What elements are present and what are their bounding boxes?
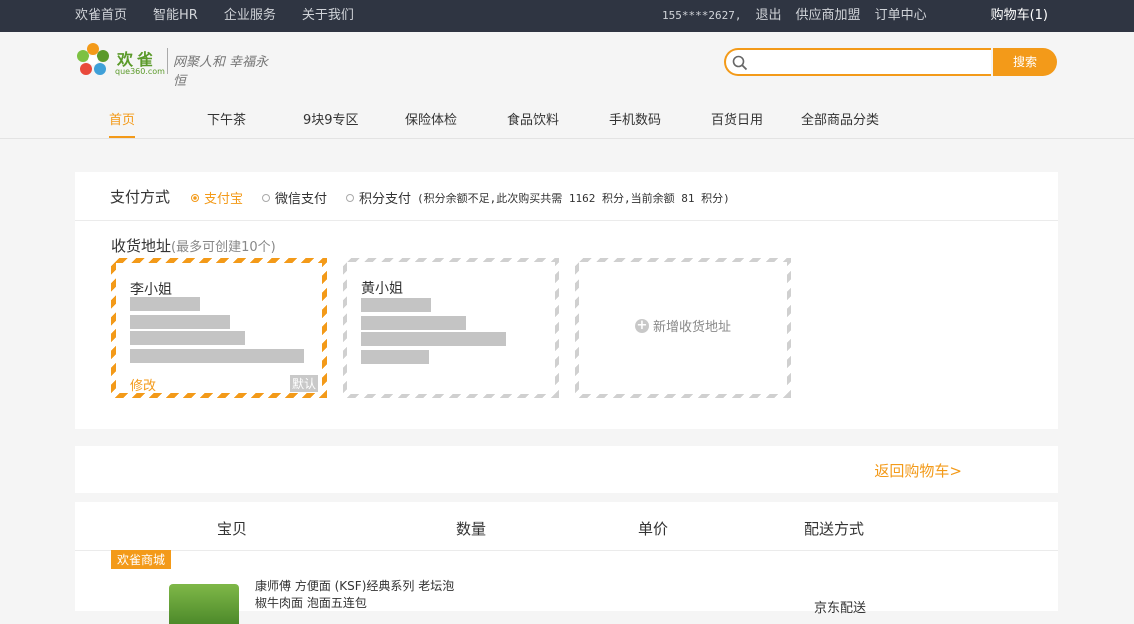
- payment-option-wechat[interactable]: 微信支付: [262, 188, 327, 207]
- search-input[interactable]: [752, 52, 986, 74]
- nav-item-insurance[interactable]: 保险体检: [405, 112, 457, 136]
- address-name: 黄小姐: [361, 281, 403, 297]
- redacted-text: [130, 297, 200, 311]
- address-name: 李小姐: [130, 282, 172, 298]
- redacted-text: [361, 350, 429, 364]
- payment-section: 支付方式 支付宝 微信支付 积分支付 (积分余额不足,此次购买共需 1162 积…: [75, 172, 1058, 221]
- top-link-enterprise[interactable]: 企业服务: [224, 0, 276, 32]
- payment-option-alipay[interactable]: 支付宝: [191, 188, 243, 207]
- nav-item-home[interactable]: 首页: [109, 112, 136, 138]
- add-address-label: 新增收货地址: [652, 320, 731, 335]
- product-thumbnail[interactable]: [169, 584, 239, 624]
- nav-item-afternoon-tea[interactable]: 下午茶: [207, 112, 246, 136]
- search-icon: [732, 55, 748, 71]
- main-nav: 首页 下午茶 9块9专区 保险体检 食品饮料 手机数码 百货日用 全部商品分类: [0, 112, 1134, 138]
- user-phone: 155****2627,: [662, 9, 742, 22]
- search-bar: 搜索: [724, 48, 1057, 76]
- payment-option-label: 微信支付: [275, 192, 328, 207]
- top-link-home[interactable]: 欢雀首页: [75, 0, 127, 32]
- logout-link[interactable]: 退出: [756, 0, 782, 32]
- nav-item-food[interactable]: 食品饮料: [507, 112, 559, 136]
- back-to-cart-bar: 返回购物车>: [75, 446, 1058, 493]
- nav-item-9-9[interactable]: 9块9专区: [303, 112, 359, 136]
- address-edit-link[interactable]: 修改: [130, 375, 156, 394]
- top-link-hr[interactable]: 智能HR: [153, 0, 198, 32]
- nav-item-all-categories[interactable]: 全部商品分类: [801, 112, 879, 136]
- site-logo[interactable]: 欢雀 que360.com 网聚人和 幸福永恒: [75, 42, 275, 89]
- redacted-text: [130, 349, 304, 363]
- shop-badge: 欢雀商城: [111, 550, 172, 569]
- redacted-text: [130, 331, 245, 345]
- orders-link[interactable]: 订单中心: [875, 0, 927, 32]
- back-to-cart-link[interactable]: 返回购物车>: [874, 460, 962, 481]
- top-bar: 欢雀首页 智能HR 企业服务 关于我们 155****2627, 退出 供应商加…: [0, 0, 1134, 32]
- goods-table-header: 宝贝 数量 单价 配送方式: [75, 502, 1058, 551]
- redacted-text: [361, 332, 506, 346]
- logo-slogan: 网聚人和 幸福永恒: [173, 55, 269, 89]
- address-card-default[interactable]: 李小姐 修改 默认: [111, 258, 327, 398]
- logo-domain-text: que360.com: [115, 67, 165, 76]
- payment-option-label: 积分支付: [359, 192, 412, 207]
- payment-option-label: 支付宝: [204, 192, 244, 207]
- redacted-text: [130, 315, 230, 329]
- header-price: 单价: [638, 520, 669, 538]
- radio-icon: [262, 193, 270, 202]
- radio-icon: [346, 193, 354, 202]
- header-item: 宝贝: [217, 520, 248, 538]
- address-title-text: 收货地址: [111, 237, 172, 255]
- payment-option-points[interactable]: 积分支付 (积分余额不足,此次购买共需 1162 积分,当前余额 81 积分): [346, 188, 730, 207]
- address-section: 收货地址(最多可创建10个) 李小姐 修改 默认 黄小姐 + 新增收货地址: [75, 221, 1058, 429]
- add-address-card[interactable]: + 新增收货地址: [575, 258, 791, 398]
- redacted-text: [361, 298, 431, 312]
- redacted-text: [361, 316, 466, 330]
- search-box: [724, 48, 991, 76]
- plus-circle-icon: +: [634, 317, 649, 333]
- product-name[interactable]: 康师傅 方便面 (KSF)经典系列 老坛泡椒牛肉面 泡面五连包: [255, 578, 455, 612]
- payment-label: 支付方式: [110, 188, 171, 206]
- top-link-about[interactable]: 关于我们: [302, 0, 354, 32]
- shipping-method: 京东配送: [814, 601, 867, 616]
- supplier-link[interactable]: 供应商加盟: [796, 0, 861, 32]
- logo-flower-icon: [77, 43, 109, 75]
- goods-section: 宝贝 数量 单价 配送方式 欢雀商城 康师傅 方便面 (KSF)经典系列 老坛泡…: [75, 502, 1058, 624]
- logo-separator: [167, 48, 168, 74]
- address-title: 收货地址(最多可创建10个): [111, 235, 276, 256]
- header-quantity: 数量: [456, 520, 487, 538]
- cart-link[interactable]: 购物车(1): [991, 0, 1048, 32]
- nav-item-daily[interactable]: 百货日用: [711, 112, 763, 136]
- radio-selected-icon: [191, 193, 199, 202]
- address-card[interactable]: 黄小姐: [343, 258, 559, 398]
- search-button[interactable]: 搜索: [993, 48, 1057, 76]
- nav-item-digital[interactable]: 手机数码: [609, 112, 661, 136]
- points-note: (积分余额不足,此次购买共需 1162 积分,当前余额 81 积分): [417, 191, 730, 205]
- address-subtitle: (最多可创建10个): [171, 240, 276, 255]
- default-badge: 默认: [289, 375, 318, 392]
- header-shipping: 配送方式: [804, 520, 865, 538]
- header: 欢雀 que360.com 网聚人和 幸福永恒 搜索 首页 下午茶 9块9专区 …: [0, 32, 1134, 139]
